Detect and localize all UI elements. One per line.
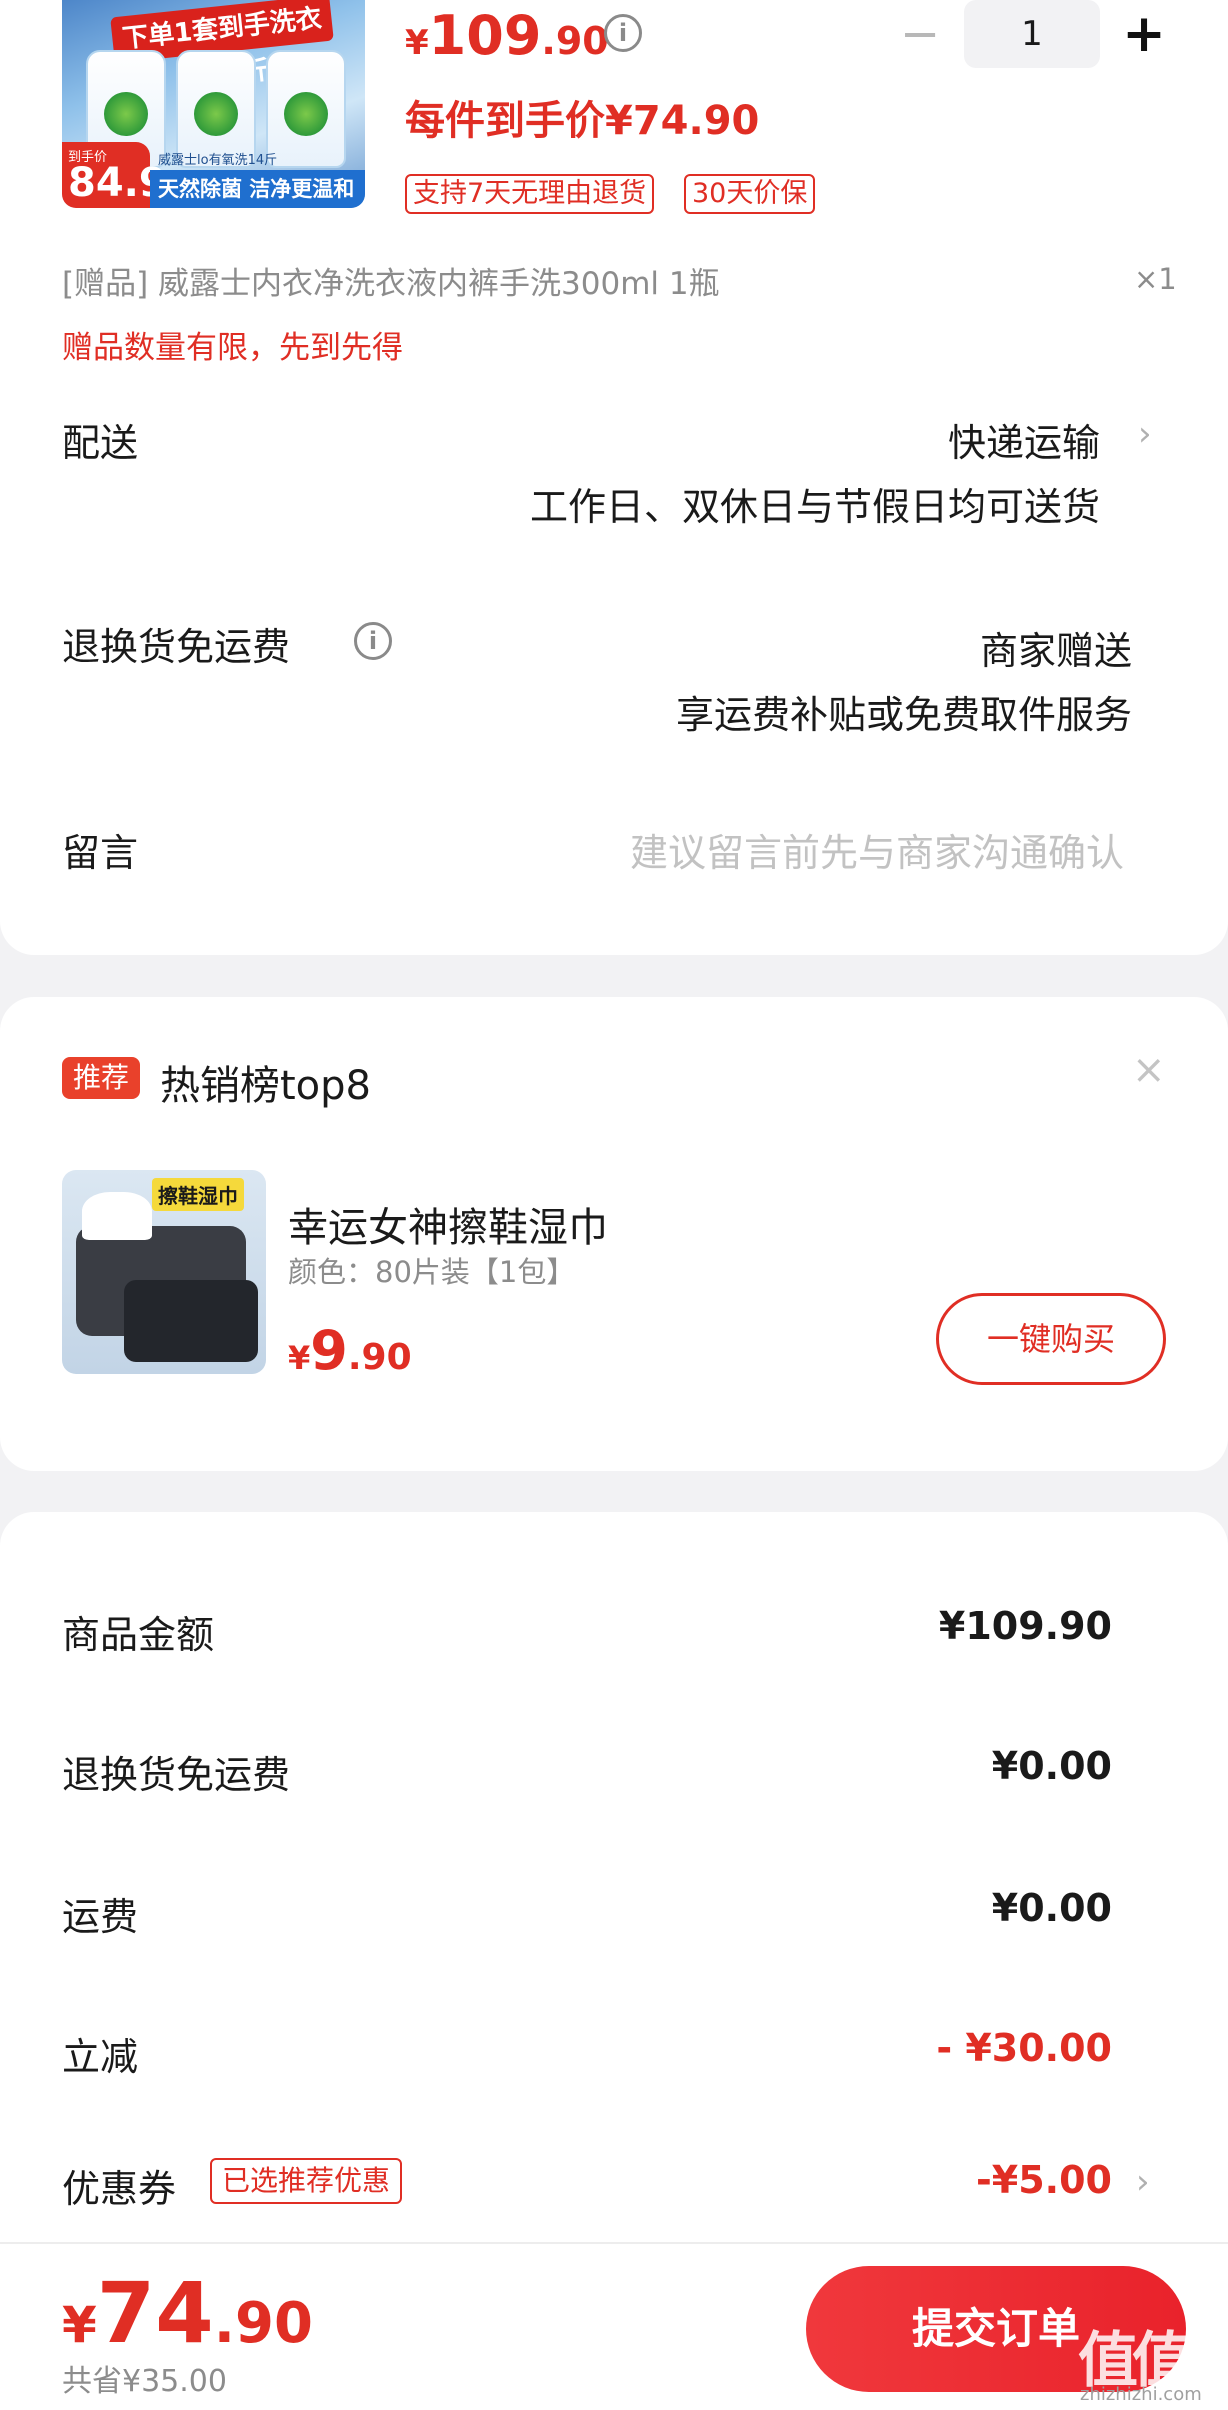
return-shipping-label: 退换货免运费 — [62, 625, 291, 669]
return-shipping-value: 商家赠送 — [979, 629, 1132, 673]
price-currency: ¥ — [405, 23, 429, 63]
summary-row-value: ¥0.00 — [991, 1886, 1112, 1930]
decrease-quantity-button[interactable]: − — [900, 10, 940, 58]
price-decimal: .90 — [347, 1337, 412, 1378]
recommend-product-name[interactable]: 幸运女神擦鞋湿巾 — [288, 1195, 608, 1253]
coupon-row[interactable]: 优惠券 已选推荐优惠 -¥5.00 › — [0, 2158, 1228, 2218]
price-decimal: .90 — [541, 19, 609, 63]
price-summary-card: 商品金额 ¥109.90 退换货免运费 ¥0.00 运费 ¥0.00 立减 - … — [0, 1512, 1228, 2242]
coupon-selected-tag: 已选推荐优惠 — [210, 2158, 403, 2204]
price-integer: 74 — [96, 2264, 214, 2362]
total-saved: 共省¥35.00 — [62, 2364, 227, 2399]
thumbnail-price-badge: 到手价 84.9 — [62, 142, 167, 208]
summary-row-value: ¥109.90 — [938, 1604, 1112, 1648]
price-currency: ¥ — [288, 1339, 311, 1377]
thumbnail-mini-caption: 威露士lo有氧洗14斤 — [158, 153, 278, 168]
recommend-product-price: ¥9.90 — [288, 1319, 412, 1382]
quantity-input[interactable]: 1 — [964, 0, 1100, 68]
price-decimal: .90 — [213, 2291, 313, 2356]
order-item-card: 下单1套到手洗衣液14斤 威露士lo有氧洗14斤 到手价 84.9 天然除菌 洁… — [0, 0, 1228, 955]
summary-row: 退换货免运费 ¥0.00 — [0, 1744, 1228, 1804]
recommendation-card: 推荐 热销榜top8 × 擦鞋湿巾 幸运女神擦鞋湿巾 颜色：80片装【1包】 ¥… — [0, 997, 1228, 1471]
per-item-price: 每件到手价¥74.90 — [405, 98, 760, 144]
chevron-right-icon[interactable]: › — [1136, 2162, 1150, 2202]
info-icon[interactable]: i — [354, 622, 392, 660]
delivery-detail: 工作日、双休日与节假日均可送货 — [529, 485, 1100, 529]
watermark-url: zhizhizhi.com — [1080, 2384, 1202, 2405]
recommend-product-spec: 颜色：80片装【1包】 — [288, 1255, 576, 1289]
chevron-right-icon[interactable]: › — [1138, 414, 1152, 454]
coupon-value: -¥5.00 — [976, 2158, 1112, 2202]
gift-item: [赠品] 威露士内衣净洗衣液内裤手洗300ml 1瓶 — [62, 266, 720, 302]
summary-row-label: 退换货免运费 — [62, 1753, 291, 1797]
info-icon[interactable]: i — [604, 14, 642, 52]
delivery-method[interactable]: 快递运输 — [948, 412, 1100, 467]
one-click-buy-button[interactable]: 一键购买 — [936, 1293, 1166, 1385]
summary-row-value: ¥0.00 — [991, 1744, 1112, 1788]
bottle-image — [266, 50, 346, 168]
price-integer: 109 — [428, 4, 542, 67]
summary-row-label: 运费 — [62, 1895, 139, 1939]
message-input[interactable]: 建议留言前先与商家沟通确认 — [630, 822, 1124, 877]
return-shipping-detail: 享运费补贴或免费取件服务 — [675, 693, 1132, 737]
service-tag-price-protect: 30天价保 — [684, 174, 816, 214]
discount-value: - ¥30.00 — [936, 2026, 1112, 2070]
gift-quantity: ×1 — [1134, 262, 1177, 296]
increase-quantity-button[interactable]: + — [1122, 8, 1166, 60]
price-currency: ¥ — [62, 2296, 97, 2354]
gift-note: 赠品数量有限，先到先得 — [62, 330, 403, 366]
delivery-label: 配送 — [62, 421, 139, 465]
price-integer: 9 — [310, 1319, 348, 1382]
thumbnail-label: 擦鞋湿巾 — [152, 1178, 244, 1211]
product-price: ¥109.90 — [405, 4, 609, 67]
thumbnail-strip: 天然除菌 洁净更温和 — [150, 170, 365, 208]
summary-row-label: 优惠券 — [62, 2167, 177, 2211]
close-icon[interactable]: × — [1132, 1047, 1166, 1093]
summary-row: 运费 ¥0.00 — [0, 1886, 1228, 1946]
summary-row: 商品金额 ¥109.90 — [0, 1604, 1228, 1664]
wipes-pack-image — [124, 1280, 258, 1362]
product-thumbnail[interactable]: 下单1套到手洗衣液14斤 威露士lo有氧洗14斤 到手价 84.9 天然除菌 洁… — [62, 0, 365, 208]
checkout-footer: ¥74.90 共省¥35.00 提交订单 值值值 zhizhizhi.com — [0, 2242, 1228, 2410]
service-tag-return: 支持7天无理由退货 — [405, 174, 655, 214]
summary-row-label: 立减 — [62, 2035, 139, 2079]
recommend-badge: 推荐 — [62, 1057, 140, 1099]
message-label: 留言 — [62, 831, 139, 875]
total-price: ¥74.90 — [62, 2264, 313, 2362]
summary-row-label: 商品金额 — [62, 1613, 215, 1657]
tissue-image — [82, 1192, 152, 1240]
recommend-title: 热销榜top8 — [160, 1063, 371, 1109]
recommend-product-thumbnail[interactable]: 擦鞋湿巾 — [62, 1170, 266, 1374]
summary-row: 立减 - ¥30.00 — [0, 2026, 1228, 2086]
